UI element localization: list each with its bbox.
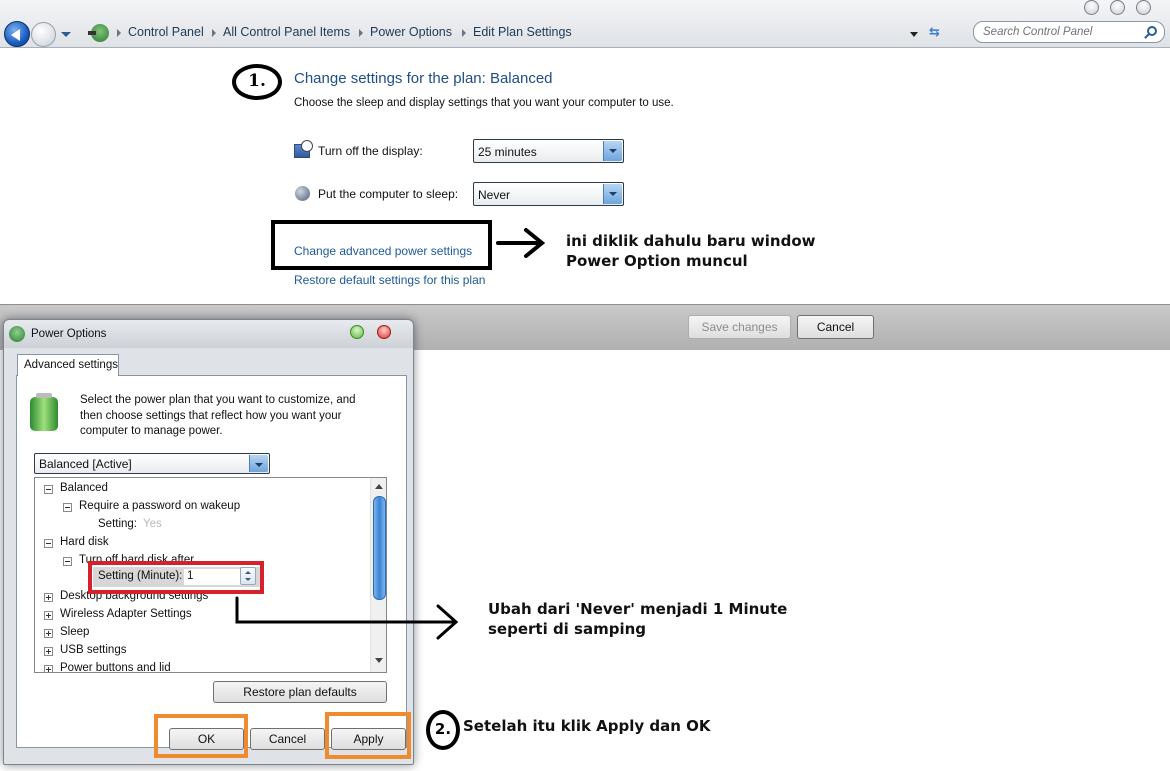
display-timeout-value: 25 minutes (478, 145, 537, 159)
scroll-down-icon[interactable] (375, 658, 383, 663)
tree-item-sleep[interactable]: Sleep (60, 626, 89, 638)
refresh-icon[interactable]: ⇆ (929, 25, 940, 40)
tab-advanced-settings[interactable]: Advanced settings (17, 354, 119, 376)
settings-tree[interactable]: Balanced Require a password on wakeup Se… (34, 477, 387, 673)
annotation-step2: Setelah itu klik Apply dan OK (463, 717, 711, 735)
page-title: Change settings for the plan: Balanced (294, 70, 553, 87)
breadcrumb-separator-icon[interactable] (359, 29, 363, 37)
address-bar: Control Panel All Control Panel Items Po… (0, 0, 1170, 48)
expand-icon[interactable] (44, 629, 53, 638)
tree-scrollbar[interactable] (370, 478, 386, 672)
collapse-icon[interactable] (63, 503, 72, 512)
tree-item-usb[interactable]: USB settings (60, 644, 126, 656)
recent-pages-dropdown-icon[interactable] (61, 32, 71, 37)
annotation-red-box (88, 561, 264, 594)
annotation-arrow-icon (496, 228, 546, 258)
search-icon[interactable] (1147, 26, 1157, 36)
scrollbar-thumb[interactable] (373, 496, 386, 600)
breadcrumb-separator-icon[interactable] (212, 29, 216, 37)
cancel-button[interactable]: Cancel (797, 315, 874, 339)
setting-value[interactable]: Yes (143, 518, 162, 530)
dialog-intro-text: Select the power plan that you want to c… (80, 394, 356, 437)
breadcrumb-power-options[interactable]: Power Options (370, 25, 452, 39)
annotation-apply-highlight (325, 712, 411, 759)
display-label: Turn off the display: (318, 144, 423, 158)
breadcrumb-all-items[interactable]: All Control Panel Items (223, 25, 350, 39)
power-plug-icon (9, 326, 25, 342)
close-window-button[interactable] (1136, 0, 1151, 15)
sleep-timeout-select[interactable]: Never (473, 182, 624, 206)
power-plan-value: Balanced [Active] (39, 457, 132, 471)
back-button[interactable] (4, 21, 30, 47)
change-advanced-settings-link[interactable]: Change advanced power settings (294, 244, 472, 258)
breadcrumb-separator-icon[interactable] (117, 29, 121, 37)
annotation-step1: Ubah dari 'Never' menjadi 1 Minute seper… (488, 599, 787, 639)
dialog-cancel-button[interactable]: Cancel (250, 728, 325, 750)
tree-item-require-password[interactable]: Require a password on wakeup (79, 500, 240, 512)
help-button[interactable] (350, 325, 364, 339)
breadcrumb-edit-plan[interactable]: Edit Plan Settings (473, 25, 572, 39)
expand-icon[interactable] (44, 665, 53, 672)
tree-item-wireless[interactable]: Wireless Adapter Settings (60, 608, 192, 620)
forward-button[interactable] (31, 22, 56, 47)
display-icon (294, 140, 313, 158)
page-subtitle: Choose the sleep and display settings th… (294, 97, 674, 109)
sleep-label: Put the computer to sleep: (318, 187, 459, 201)
annotation-step0-line2: Power Option muncul (566, 252, 748, 270)
control-panel-icon (88, 24, 109, 42)
address-dropdown-icon[interactable] (910, 32, 918, 37)
annotation-arrow-icon (235, 596, 459, 640)
annotation-ok-highlight (154, 714, 248, 758)
collapse-icon[interactable] (44, 485, 53, 494)
dialog-title: Power Options (31, 328, 107, 340)
tree-item-power-buttons[interactable]: Power buttons and lid (60, 662, 171, 672)
expand-icon[interactable] (44, 611, 53, 620)
collapse-icon[interactable] (44, 539, 53, 548)
minimize-window-button[interactable] (1084, 0, 1099, 15)
annotation-step1-marker: 1. (232, 64, 282, 100)
annotation-step1-line2: seperti di samping (488, 620, 647, 638)
battery-plug-icon (30, 393, 58, 431)
search-placeholder: Search Control Panel (983, 26, 1093, 38)
breadcrumb-separator-icon[interactable] (462, 29, 466, 37)
sleep-timeout-value: Never (478, 188, 511, 202)
annotation-step0-line1: ini diklik dahulu baru window (566, 232, 816, 250)
scroll-up-icon[interactable] (375, 484, 383, 489)
close-dialog-button[interactable] (377, 325, 391, 339)
setting-label: Setting: (98, 518, 137, 530)
dialog-title-bar[interactable]: Power Options (4, 320, 413, 348)
expand-icon[interactable] (44, 593, 53, 602)
expand-icon[interactable] (44, 647, 53, 656)
power-options-dialog: Power Options Advanced settings Select t… (3, 319, 414, 765)
tree-item-balanced[interactable]: Balanced (60, 482, 108, 494)
restore-plan-defaults-button[interactable]: Restore plan defaults (213, 681, 387, 703)
chevron-down-icon[interactable] (249, 455, 268, 472)
annotation-step1-line1: Ubah dari 'Never' menjadi 1 Minute (488, 600, 788, 618)
sleep-icon (295, 186, 310, 201)
collapse-icon[interactable] (63, 557, 72, 566)
annotation-step2-marker: 2. (426, 710, 460, 750)
chevron-down-icon[interactable] (603, 184, 622, 204)
chevron-down-icon[interactable] (603, 141, 622, 161)
save-changes-button[interactable]: Save changes (688, 315, 791, 339)
restore-defaults-link[interactable]: Restore default settings for this plan (294, 273, 485, 287)
search-input[interactable]: Search Control Panel (973, 21, 1165, 43)
maximize-window-button[interactable] (1110, 0, 1125, 15)
power-plan-select[interactable]: Balanced [Active] (34, 453, 270, 474)
annotation-step0: ini diklik dahulu baru window Power Opti… (566, 231, 816, 271)
display-timeout-select[interactable]: 25 minutes (473, 139, 624, 163)
tree-item-hard-disk[interactable]: Hard disk (60, 536, 109, 548)
breadcrumb-control-panel[interactable]: Control Panel (128, 25, 204, 39)
